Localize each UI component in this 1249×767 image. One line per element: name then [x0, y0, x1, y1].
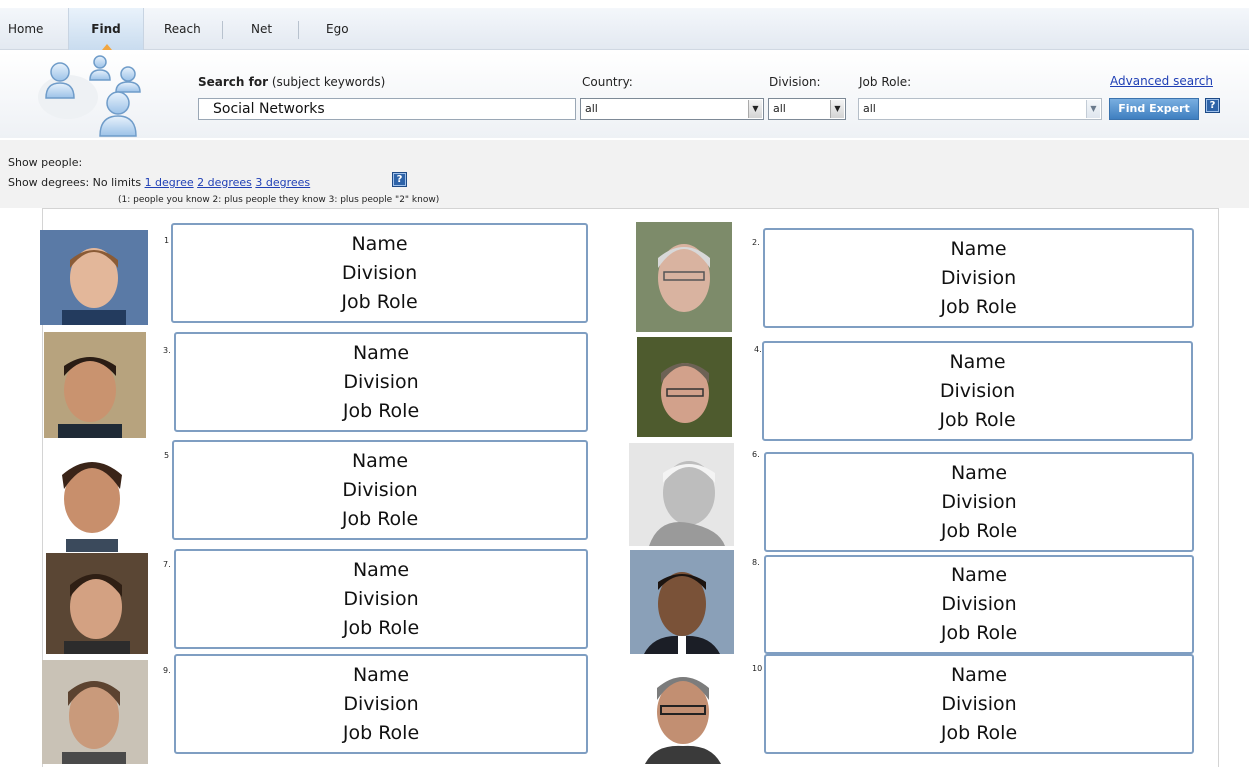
result-rank: 7.: [163, 560, 171, 569]
result-division: Division: [941, 490, 1017, 513]
chevron-down-icon: ▼: [1086, 100, 1100, 118]
degree-link-3[interactable]: 3 degrees: [255, 176, 310, 189]
avatar[interactable]: [633, 656, 733, 764]
tab-find[interactable]: Find: [68, 8, 144, 50]
result-card[interactable]: Name Division Job Role: [762, 341, 1193, 441]
show-degrees-row: Show degrees: No limits 1 degree 2 degre…: [8, 176, 310, 189]
result-name: Name: [351, 449, 409, 472]
result-rank: 6.: [752, 450, 760, 459]
help-icon[interactable]: ?: [1205, 98, 1220, 113]
find-expert-button[interactable]: Find Expert: [1109, 98, 1199, 120]
result-rank: 9.: [163, 666, 171, 675]
result-division: Division: [341, 261, 418, 284]
result-division: Division: [342, 478, 418, 501]
country-select[interactable]: all ▼: [580, 98, 764, 120]
result-job-role: Job Role: [940, 519, 1018, 542]
degrees-help-icon[interactable]: ?: [392, 172, 407, 187]
tab-reach[interactable]: Reach: [164, 8, 201, 50]
result-rank: 1: [164, 236, 170, 245]
avatar[interactable]: [44, 332, 146, 438]
avatar[interactable]: [637, 337, 732, 437]
avatar[interactable]: [48, 443, 136, 552]
result-job-role: Job Role: [940, 721, 1018, 744]
job-role-select[interactable]: all ▼: [858, 98, 1102, 120]
result-card[interactable]: Name Division Job Role: [764, 452, 1194, 552]
result-division: Division: [343, 692, 419, 715]
advanced-search-link[interactable]: Advanced search: [1110, 74, 1213, 88]
chevron-down-icon: ▼: [748, 100, 762, 118]
tab-home[interactable]: Home: [8, 8, 43, 50]
result-card[interactable]: Name Division Job Role: [764, 654, 1194, 754]
result-card[interactable]: Name Division Job Role: [174, 549, 588, 649]
no-limits-label: No limits: [92, 176, 142, 189]
result-name: Name: [949, 350, 1006, 373]
result-job-role: Job Role: [342, 721, 420, 744]
result-card[interactable]: Name Division Job Role: [764, 555, 1194, 654]
result-card[interactable]: Name Division Job Role: [174, 654, 588, 754]
result-division: Division: [343, 587, 419, 610]
result-rank: 8.: [752, 558, 760, 567]
avatar[interactable]: [629, 443, 734, 546]
degree-link-1[interactable]: 1 degree: [145, 176, 194, 189]
result-job-role: Job Role: [940, 295, 1017, 318]
search-panel: [0, 52, 1249, 138]
result-name: Name: [352, 663, 410, 686]
degree-link-2[interactable]: 2 degrees: [197, 176, 252, 189]
result-card[interactable]: Name Division Job Role: [174, 332, 588, 432]
main-nav-tabs: Home Find Reach Net Ego: [0, 8, 1249, 50]
result-job-role: Job Role: [342, 399, 420, 422]
search-input[interactable]: [198, 98, 576, 120]
tab-divider: [298, 21, 299, 39]
result-division: Division: [940, 266, 1017, 289]
result-division: Division: [941, 593, 1017, 615]
result-job-role: Job Role: [939, 408, 1016, 431]
result-rank: 4.: [754, 345, 762, 354]
result-rank: 2.: [752, 238, 760, 247]
result-division: Division: [941, 692, 1017, 715]
result-rank: 10: [752, 664, 763, 673]
job-role-label: Job Role:: [859, 75, 912, 89]
result-job-role: Job Role: [940, 622, 1018, 644]
avatar[interactable]: [40, 230, 148, 325]
result-name: Name: [950, 564, 1008, 586]
result-name: Name: [950, 461, 1008, 484]
search-label: Search for (subject keywords): [198, 75, 386, 89]
show-degrees-label: Show degrees:: [8, 176, 90, 189]
result-card[interactable]: Name Division Job Role: [171, 223, 588, 323]
tab-ego[interactable]: Ego: [326, 8, 349, 50]
result-name: Name: [351, 232, 408, 255]
country-label: Country:: [582, 75, 633, 89]
division-select[interactable]: all ▼: [768, 98, 846, 120]
avatar[interactable]: [636, 222, 732, 332]
result-name: Name: [950, 237, 1007, 260]
avatar[interactable]: [630, 550, 734, 654]
avatar[interactable]: [42, 660, 148, 764]
result-name: Name: [950, 663, 1008, 686]
tab-divider: [222, 21, 223, 39]
result-card[interactable]: Name Division Job Role: [763, 228, 1194, 328]
result-job-role: Job Role: [341, 290, 418, 313]
result-job-role: Job Role: [342, 616, 420, 639]
avatar[interactable]: [46, 553, 148, 654]
result-division: Division: [343, 370, 419, 393]
degrees-note: (1: people you know 2: plus people they …: [118, 195, 440, 205]
result-job-role: Job Role: [341, 507, 419, 530]
result-name: Name: [352, 341, 410, 364]
show-people-label: Show people:: [8, 156, 83, 169]
tab-net[interactable]: Net: [251, 8, 272, 50]
chevron-down-icon: ▼: [830, 100, 844, 118]
result-rank: 3.: [163, 346, 171, 355]
result-card[interactable]: Name Division Job Role: [172, 440, 588, 540]
people-network-logo-icon: [38, 55, 141, 137]
division-label: Division:: [769, 75, 821, 89]
result-name: Name: [352, 558, 410, 581]
result-rank: 5: [164, 451, 170, 460]
result-division: Division: [939, 379, 1016, 402]
